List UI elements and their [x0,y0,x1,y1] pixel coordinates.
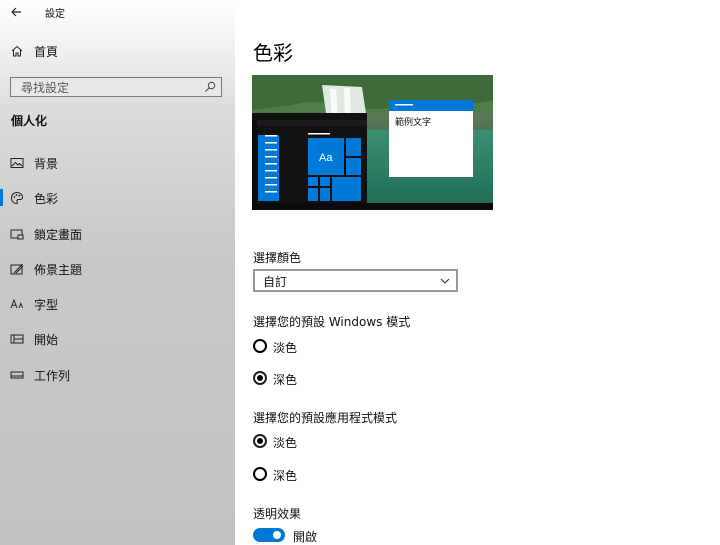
page-title: 色彩 [253,41,293,65]
choose-color-label: 選擇顏色 [253,251,302,265]
app-mode-light-radio[interactable]: 淡色 [253,432,373,452]
search-input[interactable]: 尋找設定 [10,77,222,97]
color-dropdown[interactable]: 自訂 [253,269,458,292]
radio-dot [257,438,263,444]
section-title: 個人化 [11,114,48,128]
preview-tile-text: Aa [319,152,333,164]
sidebar-item-taskbar[interactable]: 工作列 [0,362,235,388]
theme-icon [10,263,24,275]
radio-circle [253,371,267,385]
toggle-knob [273,531,281,539]
sidebar-item-label: 工作列 [34,369,71,383]
sidebar-item-label: 開始 [34,333,59,347]
back-button[interactable] [8,3,26,21]
sidebar: 設定 首頁 尋找設定 個人化 背景 色彩 鎖定畫面 佈景主題 字型 開始 工作列 [0,0,235,545]
radio-label: 深色 [273,373,298,387]
chevron-down-icon [440,278,450,284]
app-title: 設定 [45,9,65,20]
sidebar-item-label: 首頁 [34,45,59,59]
home-icon [11,45,23,57]
sidebar-item-colors[interactable]: 色彩 [0,185,235,211]
radio-circle [253,467,267,481]
app-mode-label: 選擇您的預設應用程式模式 [253,411,398,425]
sidebar-item-themes[interactable]: 佈景主題 [0,256,235,282]
transparency-label: 透明效果 [253,507,302,521]
windows-mode-light-radio[interactable]: 淡色 [253,337,373,357]
palette-icon [10,191,24,205]
sidebar-item-home[interactable]: 首頁 [0,40,235,64]
radio-dot [257,375,263,381]
search-placeholder: 尋找設定 [21,81,70,95]
dropdown-value: 自訂 [263,275,288,289]
sidebar-item-label: 字型 [34,298,59,312]
radio-label: 深色 [273,469,298,483]
font-icon [10,298,24,309]
taskbar-icon [10,371,24,379]
transparency-toggle[interactable] [253,528,285,542]
preview-sample-text: 範例文字 [395,118,432,128]
windows-mode-label: 選擇您的預設 Windows 模式 [253,315,411,329]
color-preview: Aa 範例文字 [252,75,493,210]
sidebar-item-lock-screen[interactable]: 鎖定畫面 [0,221,235,247]
lock-screen-icon [10,229,24,240]
image-icon [10,158,24,168]
radio-circle [253,434,267,448]
windows-mode-dark-radio[interactable]: 深色 [253,369,373,389]
sidebar-item-label: 色彩 [34,192,59,206]
toggle-state-label: 開啟 [293,530,318,544]
main-panel: 色彩 Aa 範例文字 選擇顏色 自訂 選擇您的預設 Windows 模式 淡色 … [235,0,720,545]
sidebar-item-label: 背景 [34,157,59,171]
preview-image [252,75,493,210]
radio-label: 淡色 [273,436,298,450]
sidebar-item-start[interactable]: 開始 [0,326,235,352]
back-arrow-icon [11,7,21,17]
title-bar: 設定 [0,0,235,24]
app-mode-dark-radio[interactable]: 深色 [253,465,373,485]
start-icon [10,334,24,344]
sidebar-item-fonts[interactable]: 字型 [0,291,235,317]
radio-circle [253,339,267,353]
sidebar-item-label: 佈景主題 [34,263,83,277]
search-icon [205,81,216,92]
sidebar-item-background[interactable]: 背景 [0,150,235,176]
radio-label: 淡色 [273,341,298,355]
selection-indicator [0,189,3,206]
sidebar-item-label: 鎖定畫面 [34,228,83,242]
